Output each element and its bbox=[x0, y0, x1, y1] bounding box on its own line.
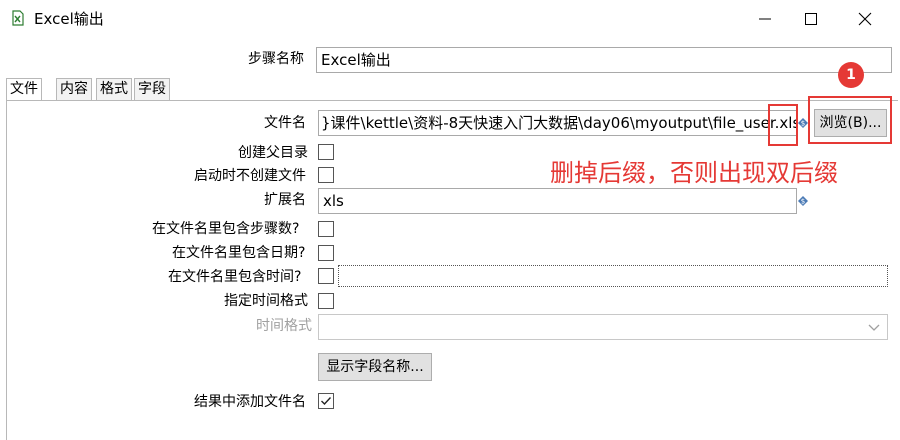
add-to-result-checkbox[interactable] bbox=[318, 393, 334, 409]
no-create-on-start-label: 启动时不创建文件 bbox=[194, 168, 306, 184]
maximize-icon bbox=[805, 13, 817, 25]
annotation-note: 删掉后缀，否则出现双后缀 bbox=[550, 159, 838, 187]
include-time-checkbox[interactable] bbox=[318, 268, 334, 284]
tab-fields[interactable]: 字段 bbox=[134, 78, 170, 100]
include-date-checkbox[interactable] bbox=[318, 245, 334, 261]
time-field[interactable] bbox=[338, 265, 888, 287]
close-button[interactable] bbox=[842, 0, 888, 38]
window-title: Excel输出 bbox=[34, 10, 104, 28]
include-stepnr-label: 在文件名里包含步骤数? bbox=[152, 221, 300, 237]
title-bar: Excel输出 bbox=[0, 0, 900, 38]
tab-content[interactable]: 内容 bbox=[56, 78, 92, 100]
minimize-button[interactable] bbox=[742, 0, 788, 38]
specify-format-checkbox[interactable] bbox=[318, 293, 334, 309]
browse-highlight-box bbox=[808, 96, 892, 144]
filename-label: 文件名 bbox=[264, 115, 306, 131]
close-icon bbox=[858, 12, 872, 26]
tab-file[interactable]: 文件 bbox=[6, 78, 42, 100]
extension-label: 扩展名 bbox=[264, 192, 306, 208]
no-create-on-start-checkbox[interactable] bbox=[318, 167, 334, 183]
specify-format-label: 指定时间格式 bbox=[224, 293, 308, 309]
minimize-icon bbox=[759, 18, 771, 20]
date-format-select[interactable] bbox=[318, 314, 888, 340]
show-fields-button[interactable]: 显示字段名称... bbox=[318, 353, 432, 381]
svg-text:$: $ bbox=[801, 198, 805, 206]
create-parent-dir-checkbox[interactable] bbox=[318, 144, 334, 160]
filename-input[interactable]: }课件\kettle\资料-8天快速入门大数据\day06\myoutput\f… bbox=[318, 110, 797, 136]
include-date-label: 在文件名里包含日期? bbox=[172, 245, 306, 261]
create-parent-dir-label: 创建父目录 bbox=[238, 145, 308, 161]
svg-text:$: $ bbox=[801, 120, 805, 128]
variable-icon: $ bbox=[798, 118, 808, 128]
maximize-button[interactable] bbox=[788, 0, 834, 38]
extension-input[interactable]: xls bbox=[318, 188, 797, 214]
step-name-input[interactable]: Excel输出 bbox=[316, 47, 892, 73]
step-name-label: 步骤名称 bbox=[248, 51, 304, 67]
step-badge: 1 bbox=[838, 62, 864, 88]
tab-format[interactable]: 格式 bbox=[96, 78, 132, 100]
variable-icon: $ bbox=[798, 196, 808, 206]
date-format-label: 时间格式 bbox=[256, 318, 312, 334]
checkmark-icon bbox=[321, 397, 332, 406]
include-stepnr-checkbox[interactable] bbox=[318, 221, 334, 237]
add-to-result-label: 结果中添加文件名 bbox=[194, 394, 306, 410]
excel-output-icon bbox=[12, 10, 24, 26]
include-time-label: 在文件名里包含时间? bbox=[168, 269, 302, 285]
chevron-down-icon bbox=[868, 324, 880, 331]
extension-highlight-box bbox=[768, 104, 798, 146]
